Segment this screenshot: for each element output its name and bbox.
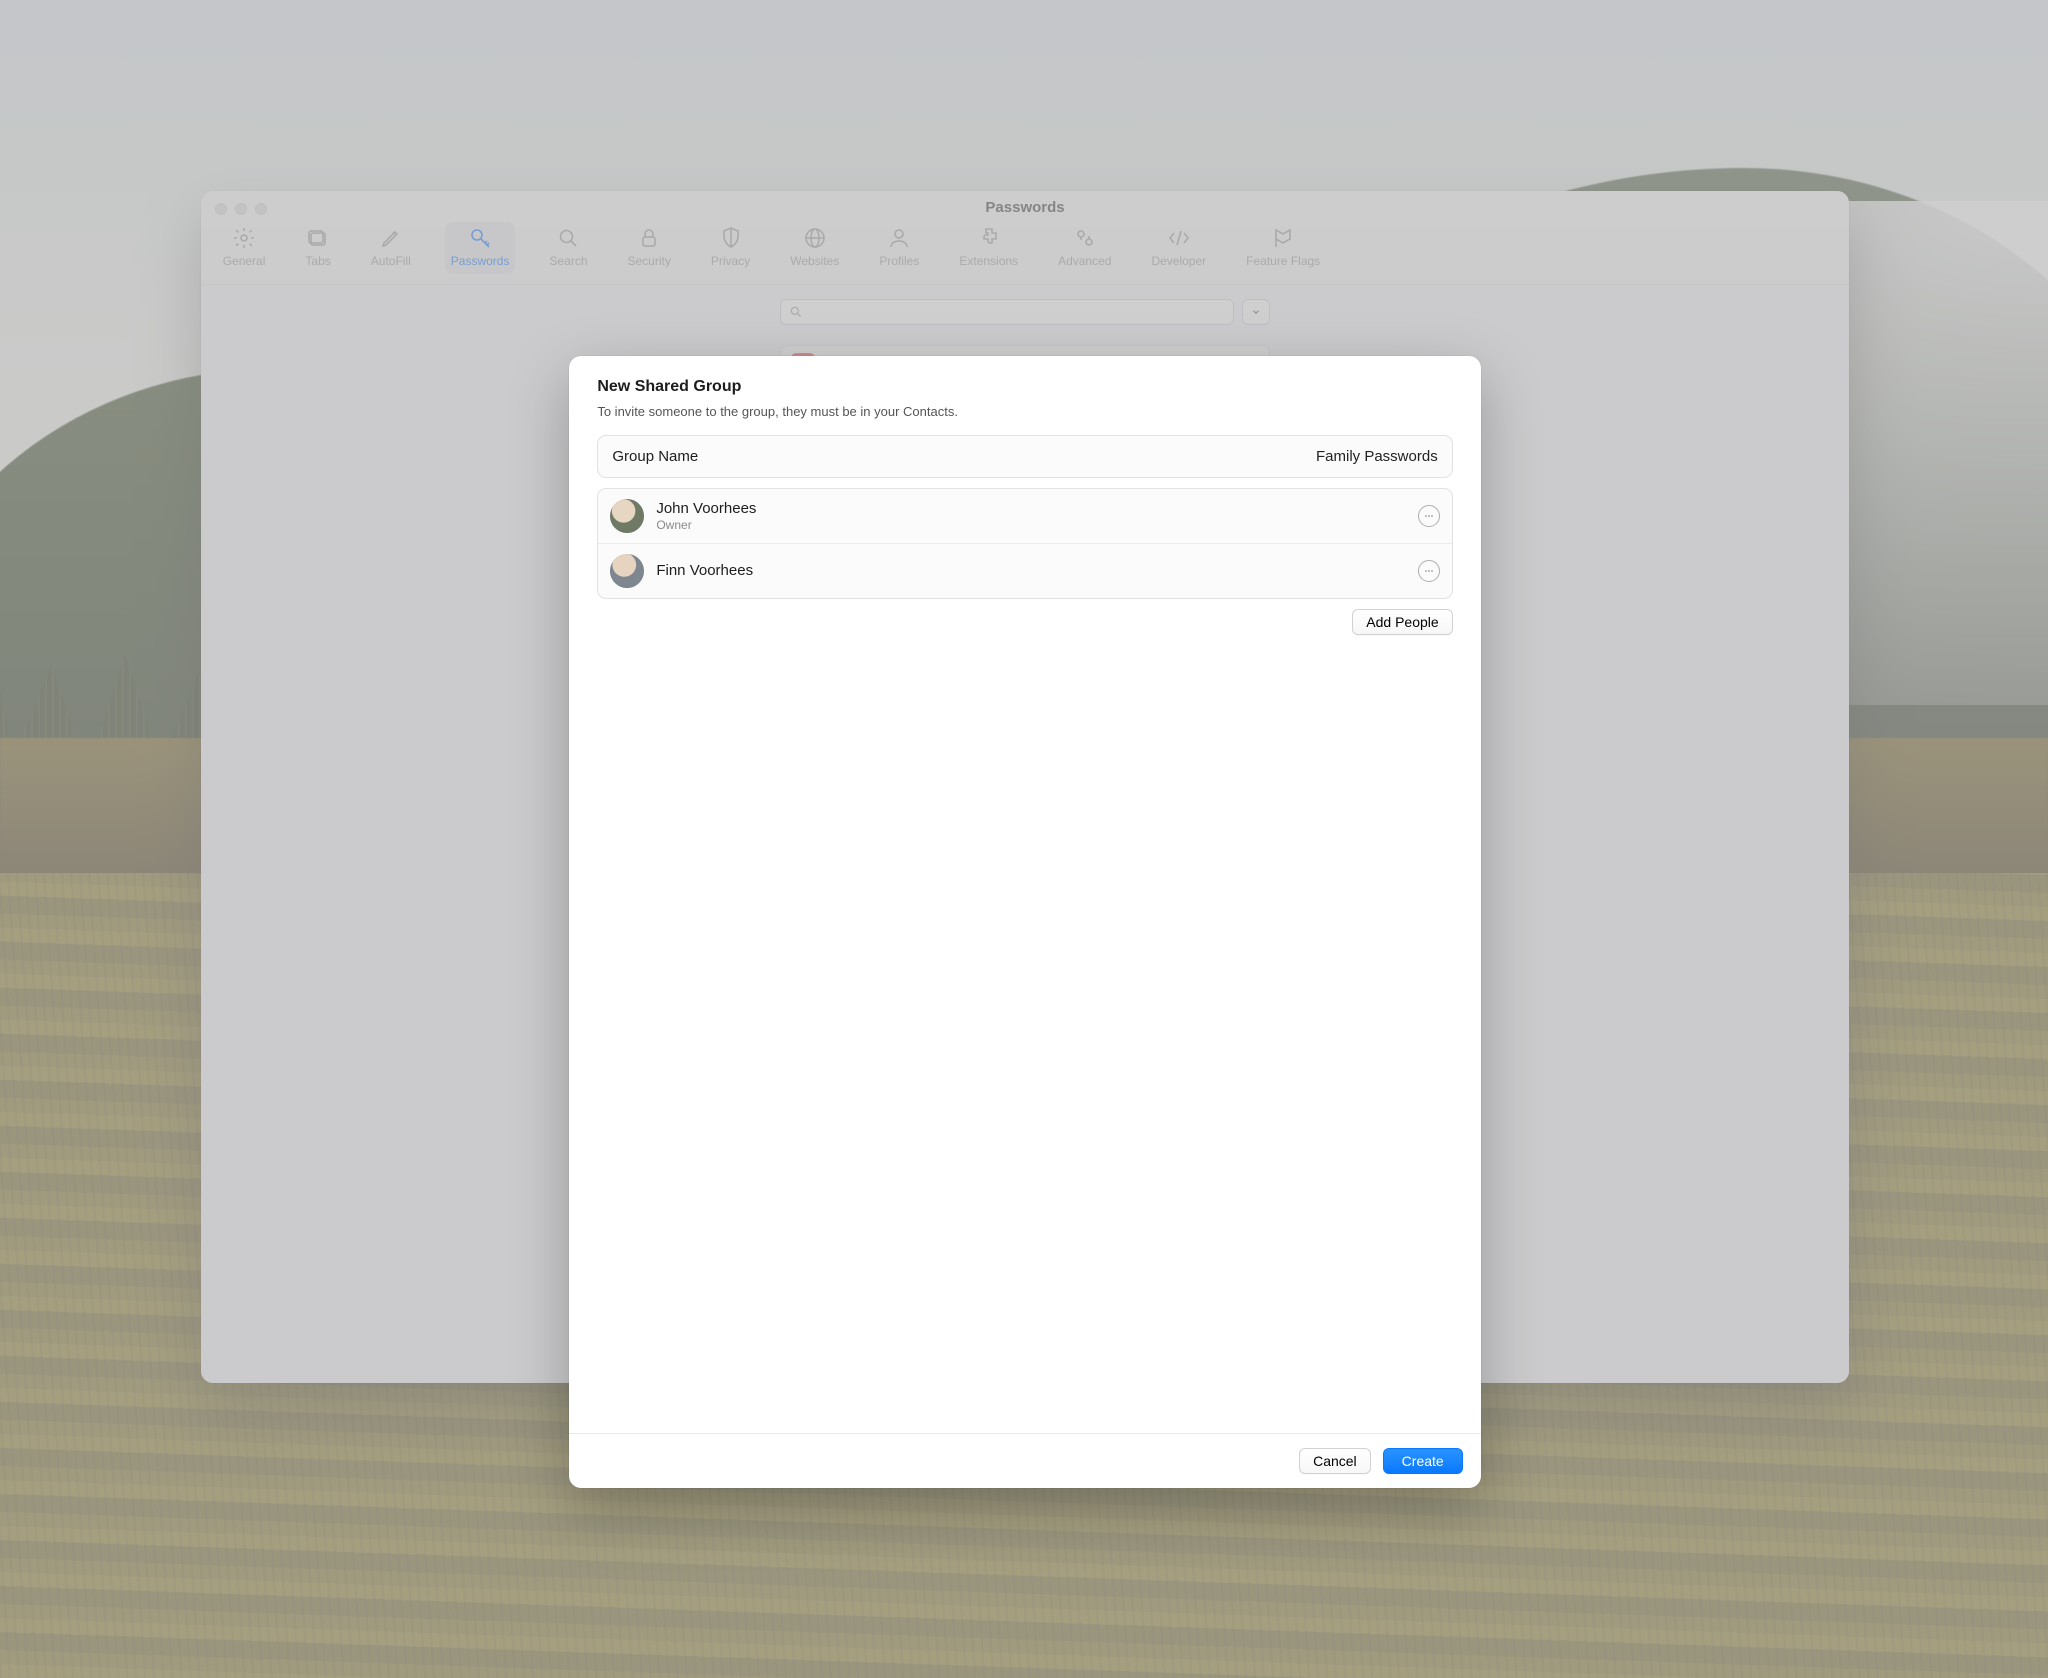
member-role: Owner — [656, 518, 756, 532]
ellipsis-icon — [1423, 565, 1435, 577]
add-people-button[interactable]: Add People — [1352, 609, 1452, 635]
sheet-title: New Shared Group — [597, 378, 1452, 396]
avatar — [610, 554, 644, 588]
cancel-button[interactable]: Cancel — [1299, 1448, 1371, 1474]
member-row: Finn Voorhees — [598, 543, 1451, 598]
member-name: John Voorhees — [656, 500, 756, 517]
create-button[interactable]: Create — [1383, 1448, 1463, 1474]
group-name-row: Group Name — [598, 436, 1451, 477]
member-row: John VoorheesOwner — [598, 489, 1451, 543]
avatar — [610, 499, 644, 533]
members-list: John VoorheesOwner Finn Voorhees — [597, 488, 1452, 599]
new-shared-group-sheet: New Shared Group To invite someone to th… — [569, 356, 1480, 1489]
group-name-input[interactable] — [943, 448, 1438, 465]
member-name: Finn Voorhees — [656, 562, 753, 579]
member-more-button[interactable] — [1418, 505, 1440, 527]
ellipsis-icon — [1423, 510, 1435, 522]
group-name-label: Group Name — [612, 448, 698, 465]
sheet-subtitle: To invite someone to the group, they mus… — [597, 404, 1452, 419]
member-more-button[interactable] — [1418, 560, 1440, 582]
